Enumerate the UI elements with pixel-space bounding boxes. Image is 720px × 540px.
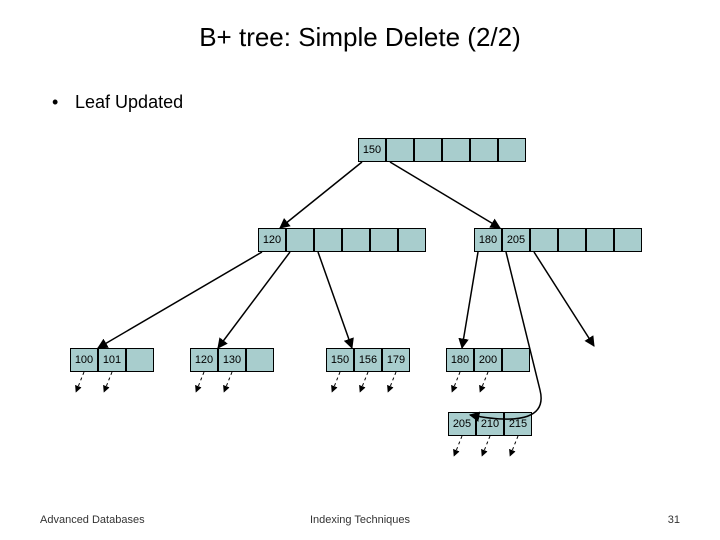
node-cell: 120: [258, 228, 286, 252]
node-cell: 215: [504, 412, 532, 436]
node-cell: 200: [474, 348, 502, 372]
node-cell: 205: [502, 228, 530, 252]
node-cell: [414, 138, 442, 162]
node-root: 150: [358, 138, 526, 162]
node-cell: [498, 138, 526, 162]
node-cell: 130: [218, 348, 246, 372]
node-cell: 156: [354, 348, 382, 372]
node-cell: 180: [446, 348, 474, 372]
node-cell: 210: [476, 412, 504, 436]
node-leaf2: 120 130: [190, 348, 274, 372]
arrow-root-to-midright: [390, 162, 500, 228]
footer-center: Indexing Techniques: [0, 514, 720, 526]
arrow-root-to-midleft: [280, 162, 362, 228]
node-leaf4: 180 200: [446, 348, 530, 372]
node-cell: [442, 138, 470, 162]
node-cell: [386, 138, 414, 162]
node-leaf1: 100 101: [70, 348, 154, 372]
node-cell: [614, 228, 642, 252]
footer-page-number: 31: [668, 514, 680, 526]
node-cell: [370, 228, 398, 252]
node-cell: [502, 348, 530, 372]
node-leaf3: 150 156 179: [326, 348, 410, 372]
node-cell: [398, 228, 426, 252]
node-cell: [470, 138, 498, 162]
arrows-layer: [0, 0, 720, 540]
node-cell: 120: [190, 348, 218, 372]
bullet-dot: •: [52, 92, 70, 113]
node-cell: 205: [448, 412, 476, 436]
node-cell: 179: [382, 348, 410, 372]
node-cell: [558, 228, 586, 252]
node-cell: 101: [98, 348, 126, 372]
node-cell: [530, 228, 558, 252]
node-cell: 150: [326, 348, 354, 372]
page-title: B+ tree: Simple Delete (2/2): [0, 22, 720, 53]
arrow-ml-leaf3: [318, 252, 352, 348]
node-mid-left: 120: [258, 228, 426, 252]
node-cell: [586, 228, 614, 252]
node-cell: 150: [358, 138, 386, 162]
node-cell: [246, 348, 274, 372]
node-cell: [342, 228, 370, 252]
node-cell: [286, 228, 314, 252]
arrow-mr-extra: [534, 252, 594, 346]
node-cell: [126, 348, 154, 372]
arrow-mr-leaf4: [462, 252, 478, 348]
arrow-ml-leaf1: [98, 252, 262, 348]
node-cell: [314, 228, 342, 252]
node-cell: 100: [70, 348, 98, 372]
arrow-ml-leaf2: [218, 252, 290, 348]
node-mid-right: 180 205: [474, 228, 642, 252]
node-leaf5: 205 210 215: [448, 412, 532, 436]
bullet-label: Leaf Updated: [75, 92, 183, 112]
node-cell: 180: [474, 228, 502, 252]
bullet-text: • Leaf Updated: [52, 92, 183, 113]
arrow-mr-leaf5: [470, 252, 541, 419]
